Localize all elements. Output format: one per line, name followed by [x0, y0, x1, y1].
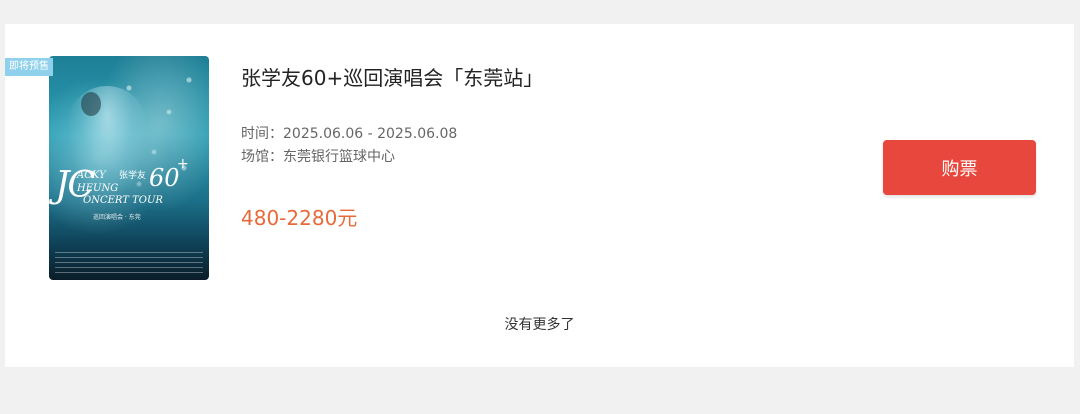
- poster-acky-text: ACKY: [77, 170, 106, 181]
- poster-plus-text: +: [177, 156, 189, 172]
- event-venue-label: 场馆：: [241, 149, 283, 165]
- event-card[interactable]: 即将预售 JC ACKY 张学友 HEUNG 60 + ONCERT TOUR …: [5, 24, 1074, 367]
- poster-sixty-text: 60: [149, 164, 180, 192]
- event-time: 时间：2025.06.06 - 2025.06.08: [241, 123, 457, 143]
- event-title[interactable]: 张学友60+巡回演唱会「东莞站」: [241, 62, 543, 91]
- poster-heung-text: HEUNG: [77, 183, 119, 194]
- event-price: 480-2280元: [241, 206, 358, 230]
- buy-ticket-button[interactable]: 购票: [883, 140, 1036, 195]
- no-more-text: 没有更多了: [504, 317, 575, 333]
- poster-figure-head: [81, 92, 101, 116]
- event-venue: 场馆：东莞银行篮球中心: [241, 146, 395, 166]
- event-time-label: 时间：: [241, 126, 283, 142]
- poster-artist-name: 张学友: [119, 171, 147, 181]
- event-venue-value: 东莞银行篮球中心: [283, 149, 395, 165]
- presale-badge: 即将预售: [5, 58, 53, 76]
- poster-subtitle: 巡回演唱会 · 东莞: [93, 214, 141, 221]
- event-poster[interactable]: JC ACKY 张学友 HEUNG 60 + ONCERT TOUR 巡回演唱会…: [49, 56, 209, 280]
- poster-tour-text: ONCERT TOUR: [83, 195, 163, 206]
- poster-fine-print: [55, 252, 203, 276]
- event-time-value: 2025.06.06 - 2025.06.08: [283, 126, 458, 142]
